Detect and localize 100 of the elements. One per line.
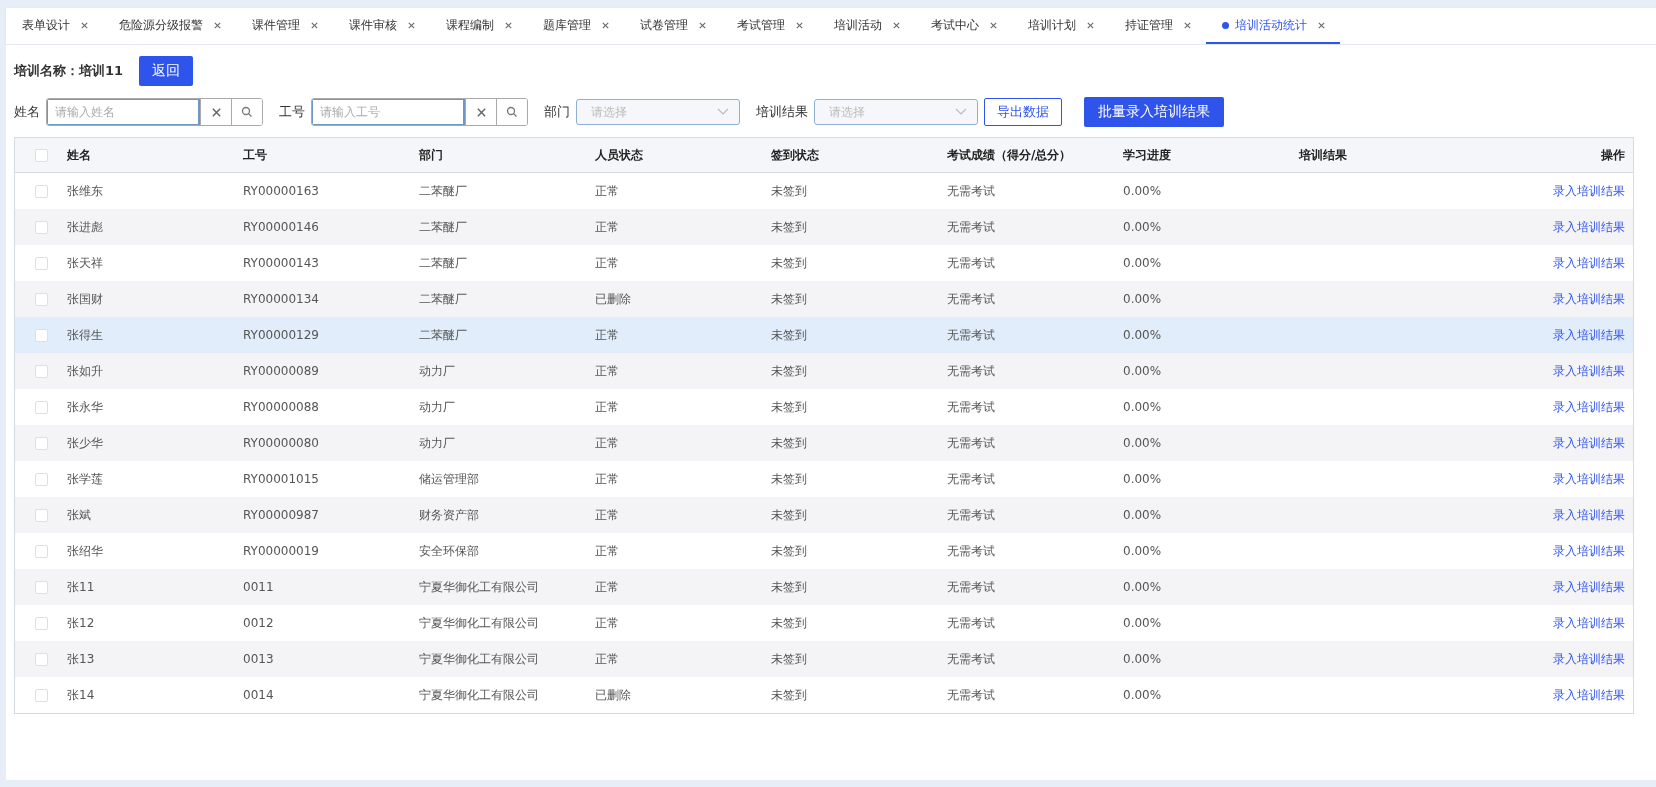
tab[interactable]: 培训活动 (818, 8, 915, 44)
table-cell-text: 正常 (595, 398, 620, 416)
search-field[interactable]: 请输入姓名 (46, 98, 263, 126)
search-field[interactable]: 请输入工号 (311, 98, 528, 126)
enter-result-link[interactable]: 录入培训结果 (1553, 507, 1625, 522)
tab-label[interactable]: 持证管理 (1125, 16, 1173, 34)
tab-label[interactable]: 培训活动统计 (1235, 16, 1307, 34)
enter-result-link[interactable]: 录入培训结果 (1553, 183, 1625, 198)
close-icon[interactable] (698, 20, 707, 30)
tab[interactable]: 危险源分级报警 (103, 8, 236, 44)
checkbox[interactable] (34, 256, 48, 270)
close-icon[interactable] (795, 20, 804, 30)
tab-label[interactable]: 表单设计 (22, 16, 70, 34)
column-header: 培训结果 (1299, 146, 1348, 164)
checkbox[interactable] (34, 364, 48, 378)
table-cell-text: 正常 (595, 506, 620, 524)
checkbox[interactable] (34, 184, 48, 198)
tab[interactable]: 题库管理 (527, 8, 624, 44)
tab[interactable]: 培训计划 (1012, 8, 1109, 44)
checkbox[interactable] (34, 616, 48, 630)
back-button[interactable]: 返回 (139, 56, 194, 86)
close-icon[interactable] (213, 20, 222, 30)
enter-result-link[interactable]: 录入培训结果 (1553, 579, 1625, 594)
table-cell-text: 未签到 (771, 470, 808, 488)
checkbox[interactable] (34, 328, 48, 342)
checkbox[interactable] (34, 688, 48, 702)
table-cell-text: 0.00% (1123, 364, 1163, 378)
search-button[interactable] (496, 99, 527, 125)
table-cell-text: 无需考试 (947, 686, 996, 704)
close-icon[interactable] (80, 20, 89, 30)
close-icon[interactable] (1086, 20, 1095, 30)
close-icon[interactable] (892, 20, 901, 30)
table-cell-text: 张少华 (67, 434, 104, 452)
table-cell-text: 无需考试 (947, 326, 996, 344)
close-icon[interactable] (407, 20, 416, 30)
tab[interactable]: 课件审核 (333, 8, 430, 44)
close-icon (475, 106, 487, 118)
tab[interactable]: 试卷管理 (624, 8, 721, 44)
enter-result-link[interactable]: 录入培训结果 (1553, 219, 1625, 234)
tab-label[interactable]: 考试中心 (931, 16, 979, 34)
tab[interactable]: 考试中心 (915, 8, 1012, 44)
checkbox[interactable] (34, 580, 48, 594)
tab[interactable]: 持证管理 (1109, 8, 1206, 44)
tab-label[interactable]: 考试管理 (737, 16, 785, 34)
table-cell-text: 无需考试 (947, 434, 996, 452)
table-cell-text: 动力厂 (419, 434, 456, 452)
enter-result-link[interactable]: 录入培训结果 (1553, 327, 1625, 342)
table-cell-text: 已删除 (595, 686, 632, 704)
export-button[interactable]: 导出数据 (984, 98, 1062, 126)
tab[interactable]: 考试管理 (721, 8, 818, 44)
batch-entry-button[interactable]: 批量录入培训结果 (1084, 97, 1224, 127)
enter-result-link[interactable]: 录入培训结果 (1553, 291, 1625, 306)
checkbox[interactable] (34, 400, 48, 414)
checkbox[interactable] (34, 436, 48, 450)
tab[interactable]: 课程编制 (430, 8, 527, 44)
tab-label[interactable]: 题库管理 (543, 16, 591, 34)
table-cell-text: 正常 (595, 326, 620, 344)
table-cell-text: 未签到 (771, 182, 808, 200)
tab-label[interactable]: 课件管理 (252, 16, 300, 34)
checkbox[interactable] (34, 508, 48, 522)
table-cell-text: 未签到 (771, 650, 808, 668)
close-icon[interactable] (601, 20, 610, 30)
close-icon[interactable] (504, 20, 513, 30)
close-icon[interactable] (310, 20, 319, 30)
tab-label[interactable]: 培训计划 (1028, 16, 1076, 34)
tab[interactable]: 表单设计 (6, 8, 103, 44)
column-header: 人员状态 (595, 146, 644, 164)
enter-result-link[interactable]: 录入培训结果 (1553, 363, 1625, 378)
tab-label[interactable]: 课程编制 (446, 16, 494, 34)
column-header: 工号 (243, 146, 268, 164)
checkbox[interactable] (34, 652, 48, 666)
table-cell-text: 未签到 (771, 506, 808, 524)
table-cell-text: 张学莲 (67, 470, 104, 488)
table-cell-text: 无需考试 (947, 254, 996, 272)
enter-result-link[interactable]: 录入培训结果 (1553, 543, 1625, 558)
table-cell-text: 宁夏华御化工有限公司 (419, 614, 540, 632)
checkbox[interactable] (34, 220, 48, 234)
checkbox[interactable] (34, 292, 48, 306)
tab[interactable]: 课件管理 (236, 8, 333, 44)
enter-result-link[interactable]: 录入培训结果 (1553, 399, 1625, 414)
tab-label[interactable]: 课件审核 (349, 16, 397, 34)
checkbox[interactable] (34, 544, 48, 558)
table-cell-text: 正常 (595, 650, 620, 668)
enter-result-link[interactable]: 录入培训结果 (1553, 651, 1625, 666)
table-cell-text: 宁夏华御化工有限公司 (419, 650, 540, 668)
tab-label[interactable]: 危险源分级报警 (119, 16, 203, 34)
close-icon[interactable] (1183, 20, 1192, 30)
checkbox[interactable] (34, 148, 48, 162)
close-icon[interactable] (989, 20, 998, 30)
checkbox[interactable] (34, 472, 48, 486)
enter-result-link[interactable]: 录入培训结果 (1553, 687, 1625, 702)
enter-result-link[interactable]: 录入培训结果 (1553, 615, 1625, 630)
close-icon[interactable] (1317, 20, 1326, 30)
enter-result-link[interactable]: 录入培训结果 (1553, 255, 1625, 270)
table-cell-text: 0011 (243, 580, 275, 594)
enter-result-link[interactable]: 录入培训结果 (1553, 435, 1625, 450)
tab-label[interactable]: 试卷管理 (640, 16, 688, 34)
tab-label[interactable]: 培训活动 (834, 16, 882, 34)
search-button[interactable] (231, 99, 262, 125)
enter-result-link[interactable]: 录入培训结果 (1553, 471, 1625, 486)
